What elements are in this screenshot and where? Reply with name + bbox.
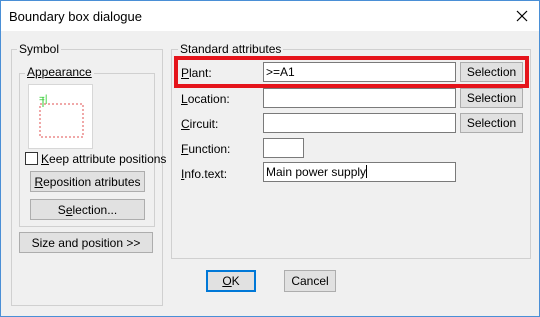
symbol-selection-button[interactable]: Selection... (30, 199, 145, 220)
size-and-position-button[interactable]: Size and position >> (19, 232, 153, 253)
reposition-attributes-button[interactable]: Reposition atributes (30, 171, 145, 192)
ok-button[interactable]: OK (206, 270, 256, 292)
location-label: Location: (181, 92, 230, 106)
close-button[interactable] (505, 1, 539, 31)
dialog-window: Boundary box dialogue Symbol Appearance … (0, 0, 540, 317)
location-input[interactable] (263, 88, 456, 108)
boundary-box-preview-icon: =| (39, 94, 84, 138)
text-caret (366, 165, 368, 178)
info-text-input[interactable]: Main power supply (263, 162, 456, 182)
window-title: Boundary box dialogue (9, 9, 142, 24)
function-input[interactable] (263, 138, 304, 158)
plant-highlight-box (174, 56, 529, 88)
symbol-preview: =| (28, 84, 93, 149)
close-icon (516, 10, 528, 22)
symbol-group-label: Symbol (17, 42, 62, 56)
info-text-label: Info.text: (181, 167, 228, 181)
circuit-label: Circuit: (181, 117, 219, 131)
location-selection-button[interactable]: Selection (460, 88, 523, 108)
keep-positions-checkbox[interactable] (25, 152, 38, 165)
circuit-input[interactable] (263, 113, 456, 133)
standard-attributes-label: Standard attributes (178, 42, 284, 56)
keep-positions-label: Keep attribute positions (41, 152, 167, 166)
cancel-button[interactable]: Cancel (284, 270, 336, 292)
function-label: Function: (181, 142, 231, 156)
appearance-group-label: Appearance (25, 65, 94, 79)
circuit-selection-button[interactable]: Selection (460, 113, 523, 133)
title-bar: Boundary box dialogue (1, 1, 539, 31)
